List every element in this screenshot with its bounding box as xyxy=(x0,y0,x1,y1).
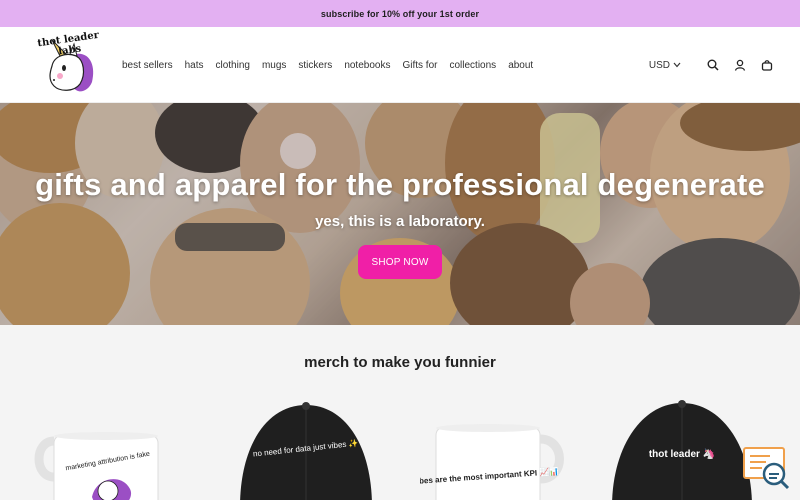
mug-image: vibes are the most important KPI 📈📊 xyxy=(412,424,564,500)
nav-item-notebooks[interactable]: notebooks xyxy=(344,60,390,71)
shop-now-button[interactable]: SHOP NOW xyxy=(358,245,442,279)
hero-subtitle: yes, this is a laboratory. xyxy=(315,213,485,230)
featured-section: merch to make you funnier marketing attr… xyxy=(0,325,800,500)
nav-item-about[interactable]: about xyxy=(508,60,533,71)
nav-item-hats[interactable]: hats xyxy=(185,60,204,71)
hat-image: thot leader 🦄 xyxy=(612,400,752,500)
product-card-hat-vibes[interactable]: no need for data just vibes ✨ xyxy=(226,397,386,500)
chat-search-icon xyxy=(743,447,790,490)
brand-logo[interactable]: thot leader labs xyxy=(30,30,108,98)
nav-item-mugs[interactable]: mugs xyxy=(262,60,286,71)
chevron-down-icon xyxy=(673,62,681,68)
product-card-hat-thot-leader[interactable]: thot leader 🦄 xyxy=(604,397,764,500)
currency-label: USD xyxy=(648,59,670,71)
nav-item-gifts-for[interactable]: Gifts for xyxy=(402,60,437,71)
currency-selector[interactable]: USD xyxy=(649,60,681,71)
hat-print-text: thot leader 🦄 xyxy=(649,447,715,460)
announcement-bar[interactable]: subscribe for 10% off your 1st order xyxy=(0,0,800,27)
hero-title: gifts and apparel for the professional d… xyxy=(35,167,765,202)
header-utilities: USD xyxy=(649,27,774,103)
product-card-mug-attribution[interactable]: marketing attribution is fake xyxy=(30,397,190,500)
product-card-mug-kpi[interactable]: vibes are the most important KPI 📈📊 xyxy=(412,397,580,500)
chat-widget-button[interactable] xyxy=(742,446,792,492)
section-title: merch to make you funnier xyxy=(304,354,496,371)
nav-item-collections[interactable]: collections xyxy=(449,60,496,71)
nav-item-stickers[interactable]: stickers xyxy=(298,60,332,71)
announcement-text: subscribe for 10% off your 1st order xyxy=(320,8,480,19)
nav-item-clothing[interactable]: clothing xyxy=(215,60,249,71)
nav-item-best-sellers[interactable]: best sellers xyxy=(122,60,173,71)
hat-image: no need for data just vibes ✨ xyxy=(240,402,372,500)
cart-icon[interactable] xyxy=(760,58,774,72)
mug-image: marketing attribution is fake xyxy=(34,432,159,500)
search-icon[interactable] xyxy=(706,58,720,72)
account-icon[interactable] xyxy=(733,58,747,72)
hero-banner: gifts and apparel for the professional d… xyxy=(0,103,800,325)
site-header: thot leader labs best sellers hats cloth… xyxy=(0,27,800,103)
main-nav: best sellers hats clothing mugs stickers… xyxy=(122,27,545,103)
